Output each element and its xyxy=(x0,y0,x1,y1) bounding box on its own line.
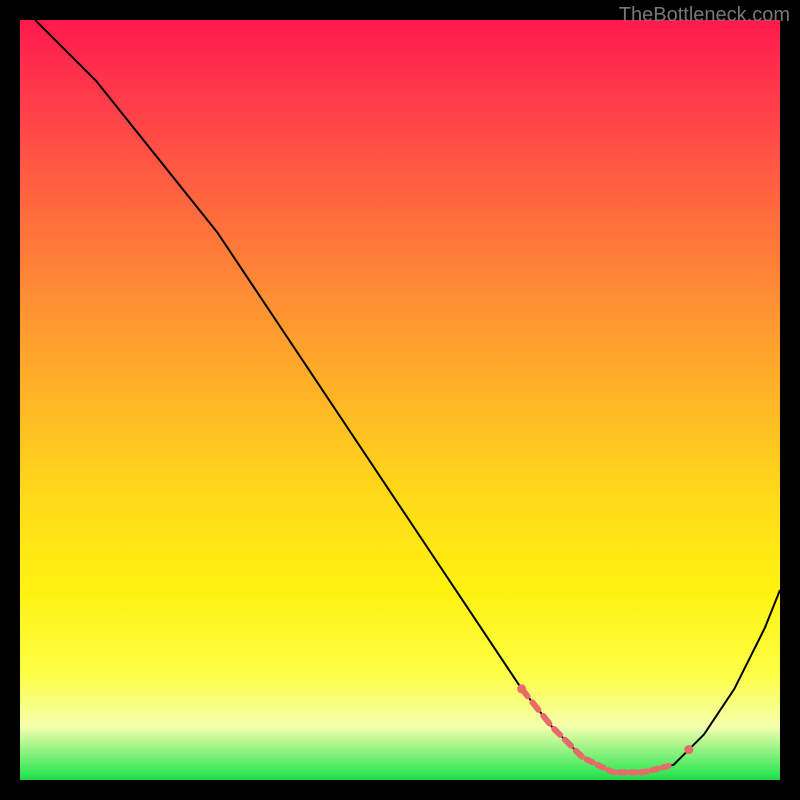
highlight-dot xyxy=(685,746,693,754)
highlight-dash xyxy=(609,770,615,772)
highlight-dash xyxy=(663,766,669,768)
watermark-text: TheBottleneck.com xyxy=(619,4,790,27)
highlight-dash xyxy=(587,759,593,762)
curve-line xyxy=(35,20,780,772)
highlight-dash xyxy=(543,716,549,724)
highlight-dash xyxy=(641,772,647,773)
chart-plot-area xyxy=(20,20,780,780)
highlight-dash xyxy=(565,740,571,746)
highlight-dot xyxy=(518,685,526,693)
highlight-dash xyxy=(576,751,582,757)
highlight-dash xyxy=(652,769,658,771)
highlight-dash xyxy=(533,702,539,709)
highlight-dots xyxy=(518,685,693,773)
highlight-dash xyxy=(554,729,560,735)
chart-svg xyxy=(20,20,780,780)
highlight-dash xyxy=(598,765,604,768)
